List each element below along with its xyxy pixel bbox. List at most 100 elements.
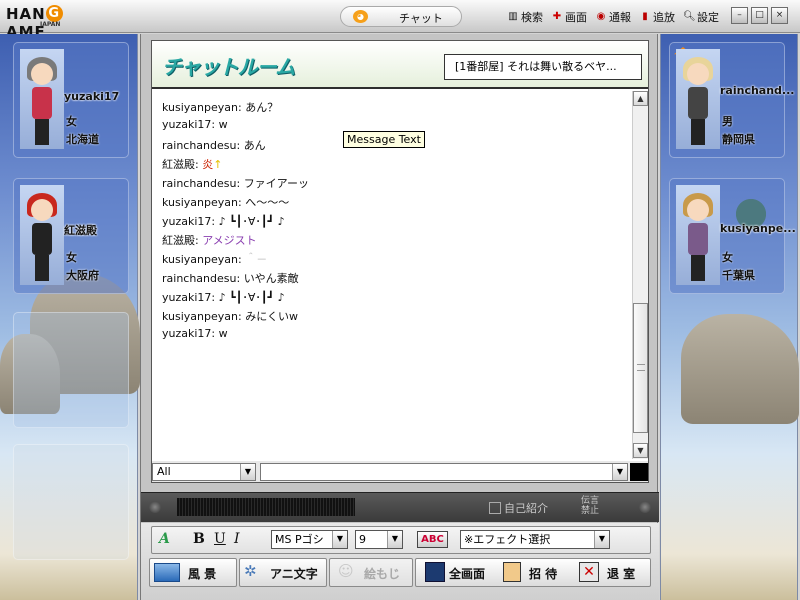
right-user-panel: rainchand... 男 静岡県 kusiyanpe... 女 千葉県: [660, 34, 799, 600]
user-name: rainchand...: [720, 84, 795, 97]
effect-select[interactable]: ※エフェクト選択 ▼: [460, 530, 610, 549]
avatar-head: [31, 63, 53, 85]
report-menu-label: 通報: [609, 11, 631, 24]
user-gender: 女: [66, 251, 77, 264]
chevron-down-icon[interactable]: ▼: [332, 531, 347, 548]
user-prefecture: 北海道: [66, 133, 99, 146]
profile-label: 自己紹介: [504, 502, 548, 515]
chevron-down-icon[interactable]: ▼: [240, 464, 255, 480]
scroll-down-icon[interactable]: ▼: [633, 443, 648, 458]
room-name: [1番部屋] それは舞い散るベヤ...: [444, 54, 642, 80]
font-size-value: 9: [359, 533, 366, 546]
chat-tab[interactable]: ◕ チャット: [340, 6, 462, 27]
logo-g-icon: G: [45, 5, 63, 22]
font-select[interactable]: MS Pゴシ ▼: [271, 530, 348, 549]
message-user: yuzaki17: [162, 291, 212, 304]
report-menu[interactable]: ◉ 通報: [595, 9, 631, 25]
fullscreen-button[interactable]: 全画面: [423, 561, 503, 586]
avatar[interactable]: [676, 185, 720, 285]
profile-button[interactable]: 自己紹介: [489, 500, 548, 516]
scroll-up-icon[interactable]: ▲: [633, 91, 648, 106]
profile-icon: [489, 502, 501, 514]
message-text: ＾－: [245, 253, 268, 266]
user-name: 紅滋殿: [64, 224, 97, 237]
underline-button[interactable]: U: [214, 531, 226, 547]
emoji-icon: ☺: [338, 562, 354, 580]
color-picker-button[interactable]: [630, 463, 648, 481]
chat-message: kusiyanpeyan: へ～～～: [162, 194, 289, 210]
user-card[interactable]: 紅滋殿 女 大阪府: [13, 178, 129, 294]
chat-input-row: All ▼ ▼: [152, 461, 648, 482]
target-select[interactable]: All ▼: [152, 463, 256, 481]
kick-menu[interactable]: ▮ 追放: [639, 9, 675, 25]
chat-frame: チャットルーム [1番部屋] それは舞い散るベヤ... kusiyanpeyan…: [151, 40, 649, 483]
avatar[interactable]: [20, 49, 64, 149]
message-text: あん: [243, 139, 266, 152]
chevron-down-icon[interactable]: ▼: [387, 531, 402, 548]
user-card[interactable]: rainchand... 男 静岡県: [669, 42, 794, 158]
chat-message: 紅滋殿: 炎↑: [162, 156, 222, 172]
message-text: ♪ ┗┃･∀･┃┛ ♪: [218, 291, 285, 304]
top-bar: HAN GAME JAPAN ◕ チャット ▥ 検索 ✚ 画面 ◉ 通報 ▮ 追放 🔍︎ 設…: [0, 0, 800, 41]
exit-icon: ✕: [579, 562, 599, 582]
sparkle-icon: ✲: [244, 562, 257, 580]
emoji-text-button[interactable]: ☺ 絵もじ: [329, 558, 413, 587]
message-user: rainchandesu: [162, 177, 237, 190]
knob-icon: [149, 501, 161, 513]
minimize-button[interactable]: –: [731, 7, 748, 24]
avatar[interactable]: [20, 185, 64, 285]
close-button[interactable]: ×: [771, 7, 788, 24]
effect-select-value: ※エフェクト選択: [464, 533, 551, 546]
user-card[interactable]: yuzaki17 女 北海道: [13, 42, 129, 158]
message-user: yuzaki17: [162, 215, 212, 228]
italic-button[interactable]: I: [234, 531, 240, 547]
settings-menu-label: 設定: [697, 11, 719, 24]
exit-label: 退 室: [607, 567, 636, 581]
chat-tab-label: チャット: [399, 12, 443, 25]
message-user: rainchandesu: [162, 272, 237, 285]
settings-menu[interactable]: 🔍︎ 設定: [683, 9, 719, 25]
font-color-icon[interactable]: A: [159, 531, 170, 547]
chat-message: yuzaki17: w: [162, 327, 228, 340]
user-card[interactable]: kusiyanpe... 女 千葉県: [669, 178, 796, 294]
message-user: kusiyanpeyan: [162, 310, 238, 323]
led-display: [177, 498, 355, 516]
anime-text-button[interactable]: ✲ アニ文字: [239, 558, 327, 587]
scroll-thumb[interactable]: [633, 303, 648, 433]
user-prefecture: 千葉県: [722, 269, 755, 282]
scenery-button[interactable]: 風 景: [149, 558, 237, 587]
chat-scrollbar[interactable]: ▲ ▼: [632, 91, 648, 459]
avatar-body: [688, 223, 708, 255]
message-user: rainchandesu: [162, 139, 237, 152]
avatar[interactable]: [676, 49, 720, 149]
chat-message: 紅滋殿: アメジスト: [162, 232, 257, 248]
search-menu[interactable]: ▥ 検索: [507, 9, 543, 25]
invite-button[interactable]: 招 待: [501, 561, 571, 586]
hangame-logo[interactable]: HAN GAME JAPAN: [6, 5, 98, 41]
message-text-tooltip: Message Text: [343, 131, 425, 148]
fullscreen-icon: [425, 562, 445, 582]
chevron-down-icon[interactable]: ▼: [594, 531, 609, 548]
abc-effect-button[interactable]: ABC: [417, 531, 448, 548]
avatar-body: [32, 223, 52, 255]
message-text: アメジスト: [202, 234, 257, 247]
bold-button[interactable]: B: [193, 531, 205, 547]
message-ban-button[interactable]: 伝言 禁止: [581, 496, 599, 516]
chat-message: rainchandesu: ファイアーッ: [162, 175, 309, 191]
avatar-head: [687, 63, 709, 85]
avatar-legs: [35, 119, 49, 145]
logo-subtitle: JAPAN: [40, 21, 61, 28]
screen-menu[interactable]: ✚ 画面: [551, 9, 587, 25]
message-text: w: [218, 118, 228, 131]
maximize-button[interactable]: □: [751, 7, 768, 24]
font-size-select[interactable]: 9 ▼: [355, 530, 403, 549]
status-bar: 自己紹介 伝言 禁止: [141, 492, 659, 522]
chevron-down-icon[interactable]: ▼: [612, 464, 627, 480]
message-suffix: ↑: [213, 158, 223, 171]
avatar-legs: [35, 255, 49, 281]
invite-icon: [503, 562, 521, 582]
chat-bubble-icon: ◕: [353, 10, 368, 23]
message-input[interactable]: ▼: [260, 463, 628, 481]
avatar-head: [31, 199, 53, 221]
exit-button[interactable]: ✕ 退 室: [577, 561, 647, 586]
